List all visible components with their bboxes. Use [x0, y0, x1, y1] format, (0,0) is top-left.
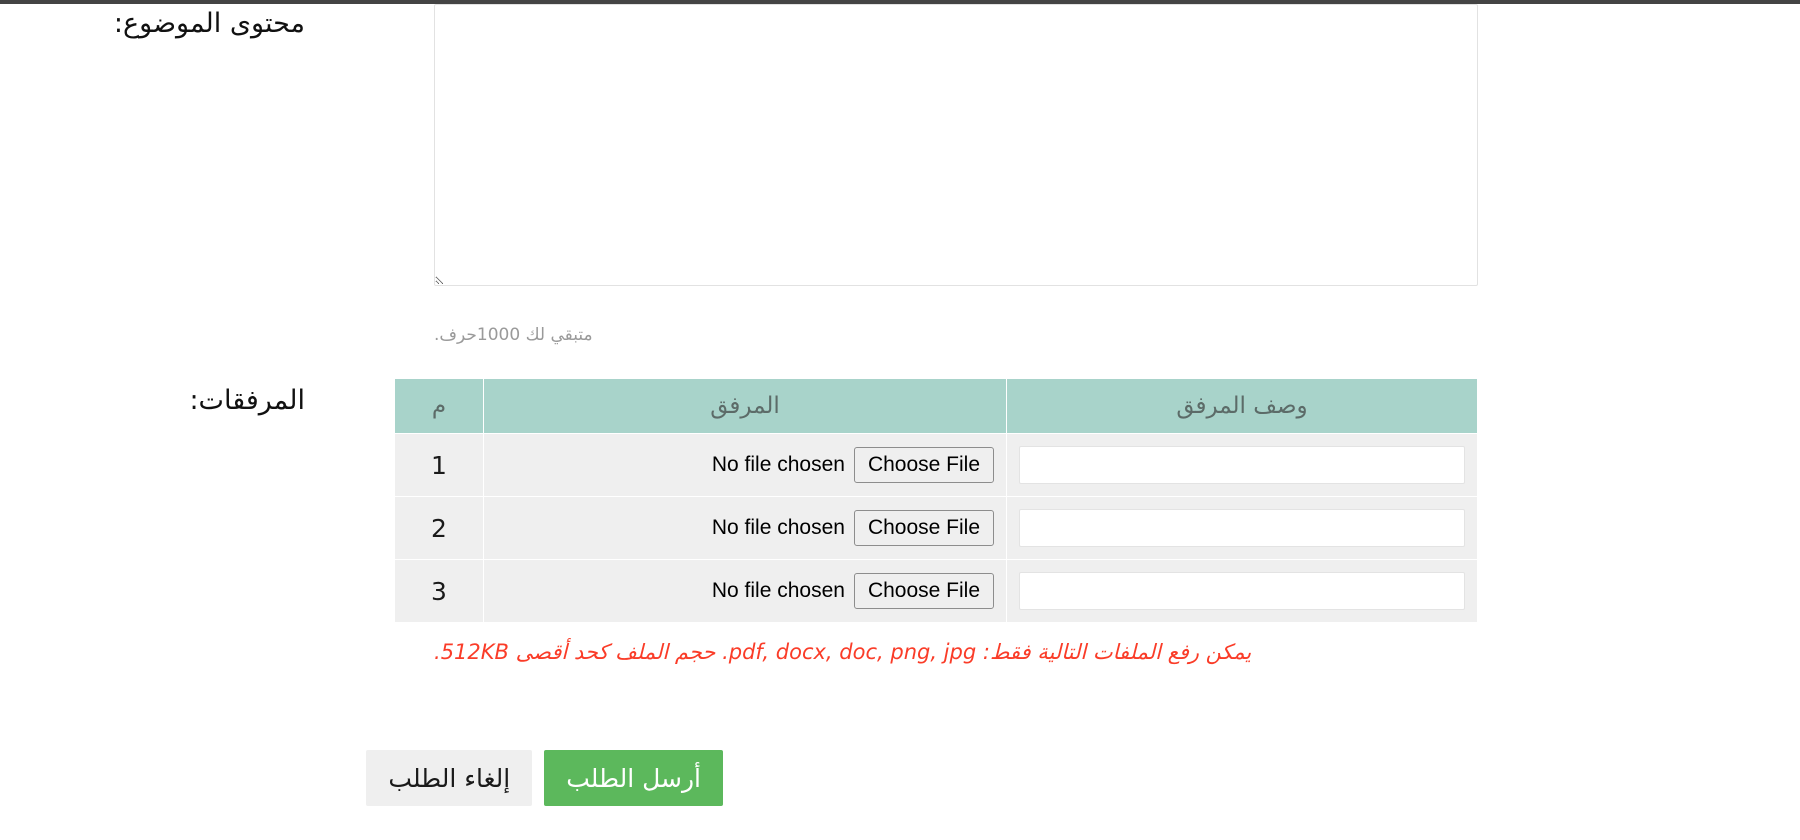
table-row: Choose File No file chosen 3 — [394, 559, 1478, 623]
submit-request-button[interactable]: أرسل الطلب — [544, 750, 723, 806]
table-row: Choose File No file chosen 1 — [394, 433, 1478, 497]
attachment-description-input-1[interactable] — [1019, 446, 1465, 484]
table-row: Choose File No file chosen 2 — [394, 496, 1478, 560]
column-header-number: م — [394, 378, 484, 434]
attachment-description-input-3[interactable] — [1019, 572, 1465, 610]
attachment-row-number-1: 1 — [394, 433, 484, 497]
attachment-file-cell-3: Choose File No file chosen — [483, 559, 1007, 623]
file-input-2[interactable]: Choose File No file chosen — [711, 509, 994, 547]
file-status-text-2: No file chosen — [711, 516, 845, 539]
file-status-text-3: No file chosen — [711, 579, 845, 602]
column-header-description: وصف المرفق — [1006, 378, 1478, 434]
attachment-description-input-2[interactable] — [1019, 509, 1465, 547]
form-page: محتوى الموضوع: متبقي لك 1000حرف. المرفقا… — [0, 0, 1800, 840]
choose-file-button-2[interactable]: Choose File — [853, 509, 994, 547]
content-textarea[interactable] — [434, 4, 1478, 286]
attachment-row-number-3: 3 — [394, 559, 484, 623]
attachment-file-cell-1: Choose File No file chosen — [483, 433, 1007, 497]
attachments-label: المرفقات: — [189, 385, 305, 416]
attachment-description-cell-3 — [1006, 559, 1478, 623]
column-header-file: المرفق — [483, 378, 1007, 434]
choose-file-button-3[interactable]: Choose File — [853, 572, 994, 610]
choose-file-button-1[interactable]: Choose File — [853, 446, 994, 484]
attachments-table: وصف المرفق المرفق م Choose File No file … — [394, 378, 1478, 623]
file-input-3[interactable]: Choose File No file chosen — [711, 572, 994, 610]
attachments-table-head: وصف المرفق المرفق م — [394, 378, 1478, 434]
attachment-description-cell-1 — [1006, 433, 1478, 497]
attachment-description-cell-2 — [1006, 496, 1478, 560]
content-field-label: محتوى الموضوع: — [113, 8, 305, 39]
attachment-row-number-2: 2 — [394, 496, 484, 560]
file-status-text-1: No file chosen — [711, 453, 845, 476]
attachments-table-body: Choose File No file chosen 1 Choose File… — [394, 433, 1478, 623]
character-counter: متبقي لك 1000حرف. — [434, 325, 593, 345]
file-input-1[interactable]: Choose File No file chosen — [711, 446, 994, 484]
attachment-file-cell-2: Choose File No file chosen — [483, 496, 1007, 560]
file-upload-hint: يمكن رفع الملفات التالية فقط: pdf, docx,… — [434, 640, 1252, 664]
cancel-request-button[interactable]: إلغاء الطلب — [366, 750, 533, 806]
attachments-header-row: وصف المرفق المرفق م — [394, 378, 1478, 434]
form-actions: أرسل الطلب إلغاء الطلب — [366, 750, 723, 806]
